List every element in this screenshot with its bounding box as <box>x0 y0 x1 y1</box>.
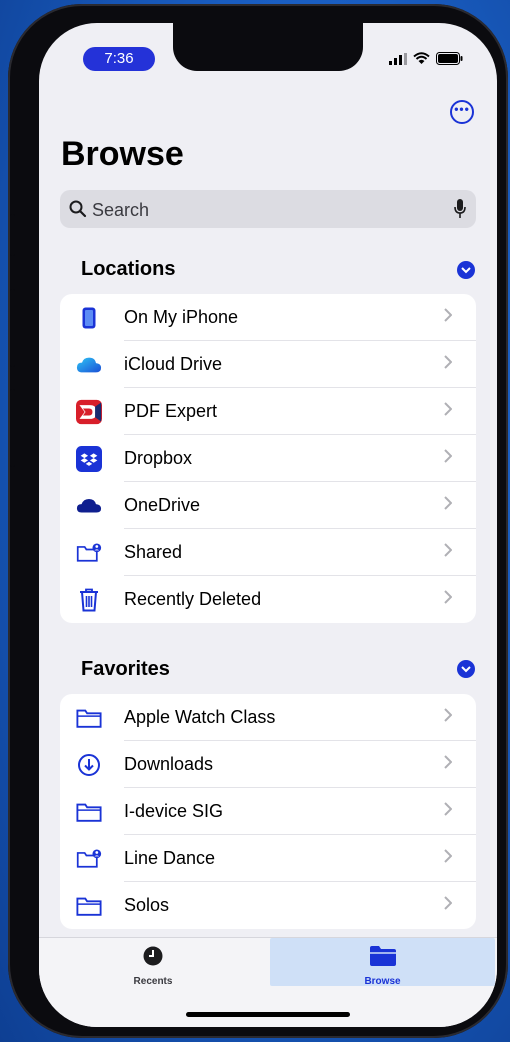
chevron-right-icon <box>444 802 452 816</box>
tab-recents[interactable]: Recents <box>109 938 197 990</box>
favorite-label: I-device SIG <box>124 801 224 821</box>
location-label: Dropbox <box>124 448 193 468</box>
screen: 7:36 ••• Browse Search Locations On My i… <box>39 23 497 1027</box>
tab-recents-label: Recents <box>133 976 173 987</box>
chevron-right-icon <box>444 355 452 369</box>
status-time: 7:36 <box>83 47 155 71</box>
volume-down-button <box>10 389 15 467</box>
folder-fill-icon <box>370 946 396 966</box>
clock-icon <box>143 946 163 966</box>
favorite-label: Downloads <box>124 754 214 774</box>
location-item-on-my-iphone[interactable]: On My iPhone <box>60 294 476 341</box>
search-icon <box>69 200 87 218</box>
status-icons <box>389 52 463 65</box>
location-item-dropbox[interactable]: Dropbox <box>60 435 476 482</box>
location-label: On My iPhone <box>124 307 239 327</box>
folder-icon <box>76 799 102 825</box>
chevron-right-icon <box>444 896 452 910</box>
chevron-right-icon <box>444 755 452 769</box>
dropbox-icon <box>76 446 102 472</box>
battery-icon <box>436 52 463 65</box>
locations-list: On My iPhone iCloud Drive PDF Expert Dro… <box>60 294 476 623</box>
chevron-right-icon <box>444 449 452 463</box>
microphone-icon[interactable] <box>454 199 466 219</box>
page-title: Browse <box>61 135 184 173</box>
favorite-item-solos[interactable]: Solos <box>60 882 476 929</box>
chevron-right-icon <box>444 496 452 510</box>
more-options-button[interactable]: ••• <box>450 100 474 124</box>
shared-folder-icon <box>76 540 102 566</box>
volume-up-button <box>10 289 15 367</box>
folder-icon <box>76 893 102 919</box>
favorite-label: Apple Watch Class <box>124 707 276 727</box>
trash-icon <box>76 587 102 613</box>
phone-frame: 7:36 ••• Browse Search Locations On My i… <box>8 4 508 1038</box>
locations-heading: Locations <box>81 258 176 280</box>
location-item-icloud-drive[interactable]: iCloud Drive <box>60 341 476 388</box>
location-label: Shared <box>124 542 183 562</box>
chevron-right-icon <box>444 402 452 416</box>
favorite-item-line-dance[interactable]: Line Dance <box>60 835 476 882</box>
location-item-onedrive[interactable]: OneDrive <box>60 482 476 529</box>
chevron-right-icon <box>444 590 452 604</box>
location-label: PDF Expert <box>124 401 218 421</box>
notch <box>173 23 363 71</box>
location-label: Recently Deleted <box>124 589 262 609</box>
signal-icon <box>389 52 407 65</box>
shared-folder-icon <box>76 846 102 872</box>
locations-collapse-toggle[interactable] <box>457 261 475 279</box>
location-label: OneDrive <box>124 495 201 515</box>
home-indicator[interactable] <box>186 1012 350 1017</box>
location-item-shared[interactable]: Shared <box>60 529 476 576</box>
chevron-right-icon <box>444 308 452 322</box>
favorite-label: Line Dance <box>124 848 216 868</box>
chevron-right-icon <box>444 849 452 863</box>
download-icon <box>76 752 102 778</box>
phone-icon <box>76 305 102 331</box>
chevron-down-icon <box>461 266 471 273</box>
favorite-item-downloads[interactable]: Downloads <box>60 741 476 788</box>
chevron-right-icon <box>444 543 452 557</box>
icloud-icon <box>76 352 102 378</box>
favorites-heading: Favorites <box>81 658 170 680</box>
chevron-right-icon <box>444 708 452 722</box>
pdf-expert-icon <box>76 399 102 425</box>
chevron-down-icon <box>461 665 471 672</box>
location-item-recently-deleted[interactable]: Recently Deleted <box>60 576 476 623</box>
favorite-label: Solos <box>124 895 170 915</box>
favorites-collapse-toggle[interactable] <box>457 660 475 678</box>
tab-browse[interactable]: Browse <box>270 938 495 987</box>
wifi-icon <box>413 52 430 64</box>
tab-browse-label: Browse <box>364 976 401 987</box>
favorite-item-i-device-sig[interactable]: I-device SIG <box>60 788 476 835</box>
mute-switch <box>10 214 15 256</box>
search-input[interactable]: Search <box>60 190 476 228</box>
location-label: iCloud Drive <box>124 354 223 374</box>
favorites-list: Apple Watch Class Downloads I-device SIG <box>60 694 476 929</box>
onedrive-icon <box>76 493 102 519</box>
search-placeholder: Search <box>92 200 150 220</box>
folder-icon <box>76 705 102 731</box>
favorite-item-apple-watch-class[interactable]: Apple Watch Class <box>60 694 476 741</box>
location-item-pdf-expert[interactable]: PDF Expert <box>60 388 476 435</box>
